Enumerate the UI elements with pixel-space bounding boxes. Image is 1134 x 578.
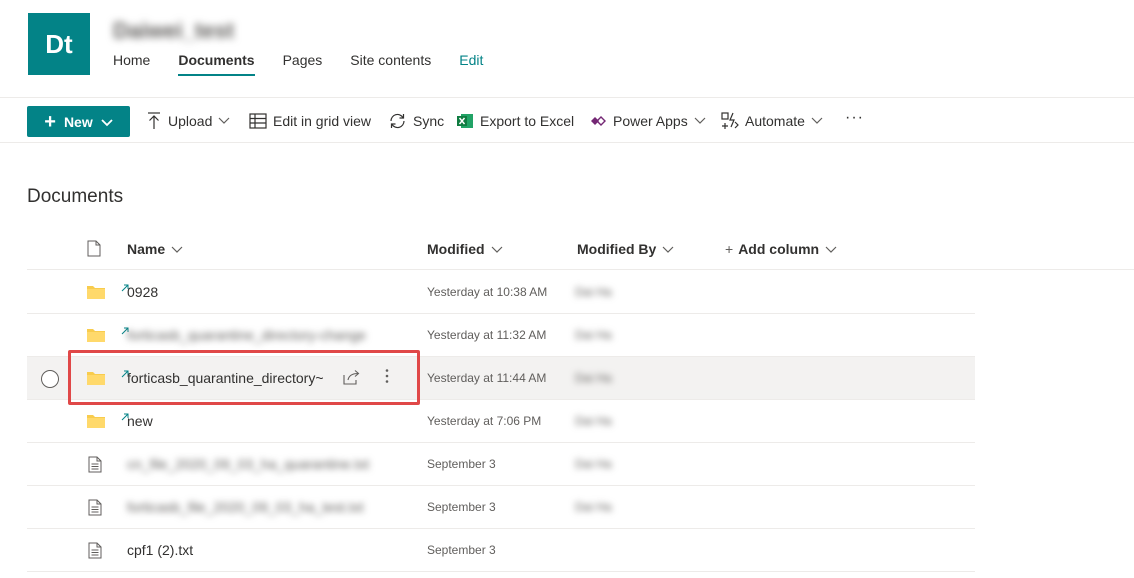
power-apps-label: Power Apps [613,113,688,129]
site-logo[interactable]: Dt [28,13,90,75]
plus-icon: + [725,241,734,257]
excel-icon [456,112,474,130]
nav-edit[interactable]: Edit [459,52,483,76]
command-bar: + New Upload Edit in grid view Sync Expo… [0,99,1134,143]
chevron-down-icon [811,117,823,125]
grid-icon [249,113,267,129]
site-header: Dt Daiwei_test Home Documents Pages Site… [0,0,1134,98]
plus-icon: + [44,110,56,133]
column-name[interactable]: Name [127,241,183,257]
column-modified-label: Modified [427,241,485,257]
more-icon[interactable]: ··· [845,108,864,128]
sync-label: Sync [413,113,445,129]
list-item[interactable]: forticasb_file_2020_09_03_ha_test.txt Se… [27,486,975,529]
document-icon [88,456,102,476]
sync-icon [388,112,407,130]
automate-button[interactable]: Automate [721,111,823,131]
chevron-down-icon [491,241,503,257]
folder-icon [86,413,106,432]
item-modified-by[interactable]: Dai Ha [575,285,612,299]
automate-label: Automate [745,113,805,129]
export-excel-label: Export to Excel [480,113,575,129]
upload-label: Upload [168,113,213,129]
item-modified-by[interactable]: Dai Ha [575,328,612,342]
nav-home[interactable]: Home [113,52,150,76]
list-item[interactable]: 0928 Yesterday at 10:38 AM Dai Ha [27,271,975,314]
item-modified: September 3 [427,543,496,557]
column-modified-by-label: Modified By [577,241,657,257]
list-item[interactable]: cn_file_2020_09_03_ha_quarantine.txt Sep… [27,443,975,486]
upload-button[interactable]: Upload [146,111,230,131]
file-type-icon[interactable] [87,240,101,260]
chevron-down-icon [218,117,230,125]
chevron-down-icon [171,241,183,257]
upload-icon [146,112,162,130]
site-nav: Home Documents Pages Site contents Edit [113,52,511,76]
column-modified[interactable]: Modified [427,241,503,257]
folder-icon [86,284,106,303]
item-name[interactable]: forticasb_file_2020_09_03_ha_test.txt [127,499,364,515]
document-icon [88,499,102,519]
folder-icon [86,327,106,346]
add-column-label: Add column [738,241,820,257]
new-button[interactable]: + New [27,106,130,137]
edit-grid-view-button[interactable]: Edit in grid view [249,111,371,131]
power-apps-icon [589,114,607,128]
nav-documents[interactable]: Documents [178,52,255,76]
item-modified: September 3 [427,500,496,514]
add-column-button[interactable]: + Add column [725,241,837,257]
item-name[interactable]: cpf1 (2).txt [127,542,193,558]
nav-pages[interactable]: Pages [283,52,323,76]
sync-button[interactable]: Sync [388,111,444,131]
item-name[interactable]: new [127,413,153,429]
row-select-radio[interactable] [41,370,59,388]
item-modified-by[interactable]: Dai Ha [575,371,612,385]
column-header-row: Name Modified Modified By + Add column [27,228,1134,270]
automate-icon [721,112,739,130]
site-title[interactable]: Daiwei_test [113,18,234,46]
list-item[interactable]: new Yesterday at 7:06 PM Dai Ha [27,400,975,443]
highlight-annotation [68,350,420,405]
item-modified-by[interactable]: Dai Ha [575,457,612,471]
item-modified: Yesterday at 7:06 PM [427,414,542,428]
power-apps-button[interactable]: Power Apps [589,111,706,131]
page-title: Documents [27,186,124,207]
item-modified: Yesterday at 10:38 AM [427,285,548,299]
item-name[interactable]: forticasb_quarantine_directory-change [127,327,366,343]
chevron-down-icon [101,114,113,130]
column-name-label: Name [127,241,166,257]
item-modified: Yesterday at 11:44 AM [427,371,547,385]
column-modified-by[interactable]: Modified By [577,241,674,257]
item-modified: September 3 [427,457,496,471]
item-modified: Yesterday at 11:32 AM [427,328,547,342]
edit-grid-view-label: Edit in grid view [273,113,372,129]
item-modified-by[interactable]: Dai Ha [575,414,612,428]
new-button-label: New [63,113,93,130]
item-modified-by[interactable]: Dai Ha [575,500,612,514]
nav-site-contents[interactable]: Site contents [350,52,431,76]
chevron-down-icon [662,241,674,257]
list-item[interactable]: cpf1 (2).txt September 3 [27,529,975,572]
item-name[interactable]: 0928 [127,284,158,300]
document-icon [88,542,102,562]
chevron-down-icon [694,117,706,125]
item-name[interactable]: cn_file_2020_09_03_ha_quarantine.txt [127,456,369,472]
chevron-down-icon [825,241,837,257]
export-excel-button[interactable]: Export to Excel [456,111,574,131]
